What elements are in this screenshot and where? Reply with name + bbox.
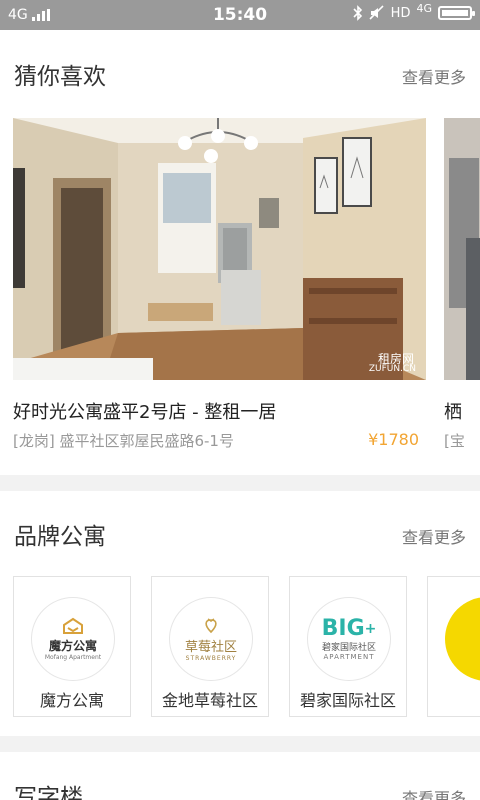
logo-text: 草莓社区 bbox=[184, 640, 237, 655]
brand-name: 金地草莓社区 bbox=[161, 691, 258, 710]
room-photo bbox=[444, 118, 480, 380]
status-bar: 4G 15:40 HD 4G bbox=[0, 0, 480, 30]
battery-icon bbox=[438, 6, 475, 20]
office-section: 写字楼 查看更多 bbox=[0, 752, 480, 800]
brand-section: 品牌公寓 查看更多 魔方公寓 Mofang Apartment 魔方公寓 草莓社… bbox=[0, 491, 480, 736]
view-more-link[interactable]: 查看更多 bbox=[402, 785, 466, 800]
brand-card[interactable]: BIG+ 碧家国际社区 APARTMENT 碧家国际社区 bbox=[289, 576, 407, 717]
guess-section: 猜你喜欢 查看更多 租房网 ZUFUN.CN 好时光公寓盛平2号店 - 整租一居… bbox=[0, 30, 480, 475]
brand-card[interactable]: 草莓社区 STRAWBERRY 金地草莓社区 bbox=[151, 576, 269, 717]
brand-logo: BIG+ 碧家国际社区 APARTMENT bbox=[307, 597, 391, 681]
house-icon bbox=[63, 617, 83, 634]
mute-icon bbox=[369, 5, 384, 20]
listing-title: 栖 bbox=[444, 402, 462, 423]
network-type-right: 4G bbox=[416, 1, 432, 15]
section-title: 猜你喜欢 bbox=[14, 64, 106, 90]
section-title: 品牌公寓 bbox=[14, 524, 106, 550]
logo-subtext: STRAWBERRY bbox=[185, 655, 237, 662]
logo-text: 魔方公寓 bbox=[48, 639, 97, 653]
bluetooth-icon bbox=[353, 5, 362, 21]
logo-big: BIG bbox=[321, 615, 365, 641]
brand-name: 碧家国际社区 bbox=[299, 691, 396, 710]
brand-logo bbox=[445, 597, 480, 681]
room-photo bbox=[13, 118, 426, 380]
listing-price: ¥1780 bbox=[368, 430, 419, 449]
listing-title: 好时光公寓盛平2号店 - 整租一居 bbox=[13, 402, 277, 423]
logo-big-text: BIG+ bbox=[321, 615, 377, 641]
listing-photo: 租房网 ZUFUN.CN bbox=[13, 118, 426, 380]
view-more-link[interactable]: 查看更多 bbox=[402, 524, 466, 548]
section-title: 写字楼 bbox=[14, 785, 83, 800]
logo-text: 碧家国际社区 bbox=[321, 642, 376, 653]
logo-subtext: APARTMENT bbox=[323, 652, 375, 661]
view-more-link[interactable]: 查看更多 bbox=[402, 64, 466, 88]
brand-card[interactable]: 魔方公寓 Mofang Apartment 魔方公寓 bbox=[13, 576, 131, 717]
brand-logo: 魔方公寓 Mofang Apartment bbox=[31, 597, 115, 681]
brand-card[interactable] bbox=[427, 576, 480, 717]
listing-photo bbox=[444, 118, 480, 380]
hd-label: HD bbox=[390, 5, 411, 21]
listing-address: [龙岗] 盛平社区郭屋民盛路6-1号 bbox=[13, 432, 234, 450]
status-right: HD 4G bbox=[353, 1, 475, 21]
strawberry-icon bbox=[205, 618, 217, 634]
logo-subtext: Mofang Apartment bbox=[44, 654, 102, 661]
plus-icon: + bbox=[364, 620, 377, 637]
listing-address: [宝 bbox=[444, 432, 465, 450]
watermark-en: ZUFUN.CN bbox=[368, 364, 416, 374]
brand-logo: 草莓社区 STRAWBERRY bbox=[169, 597, 253, 681]
brand-name: 魔方公寓 bbox=[39, 691, 104, 710]
